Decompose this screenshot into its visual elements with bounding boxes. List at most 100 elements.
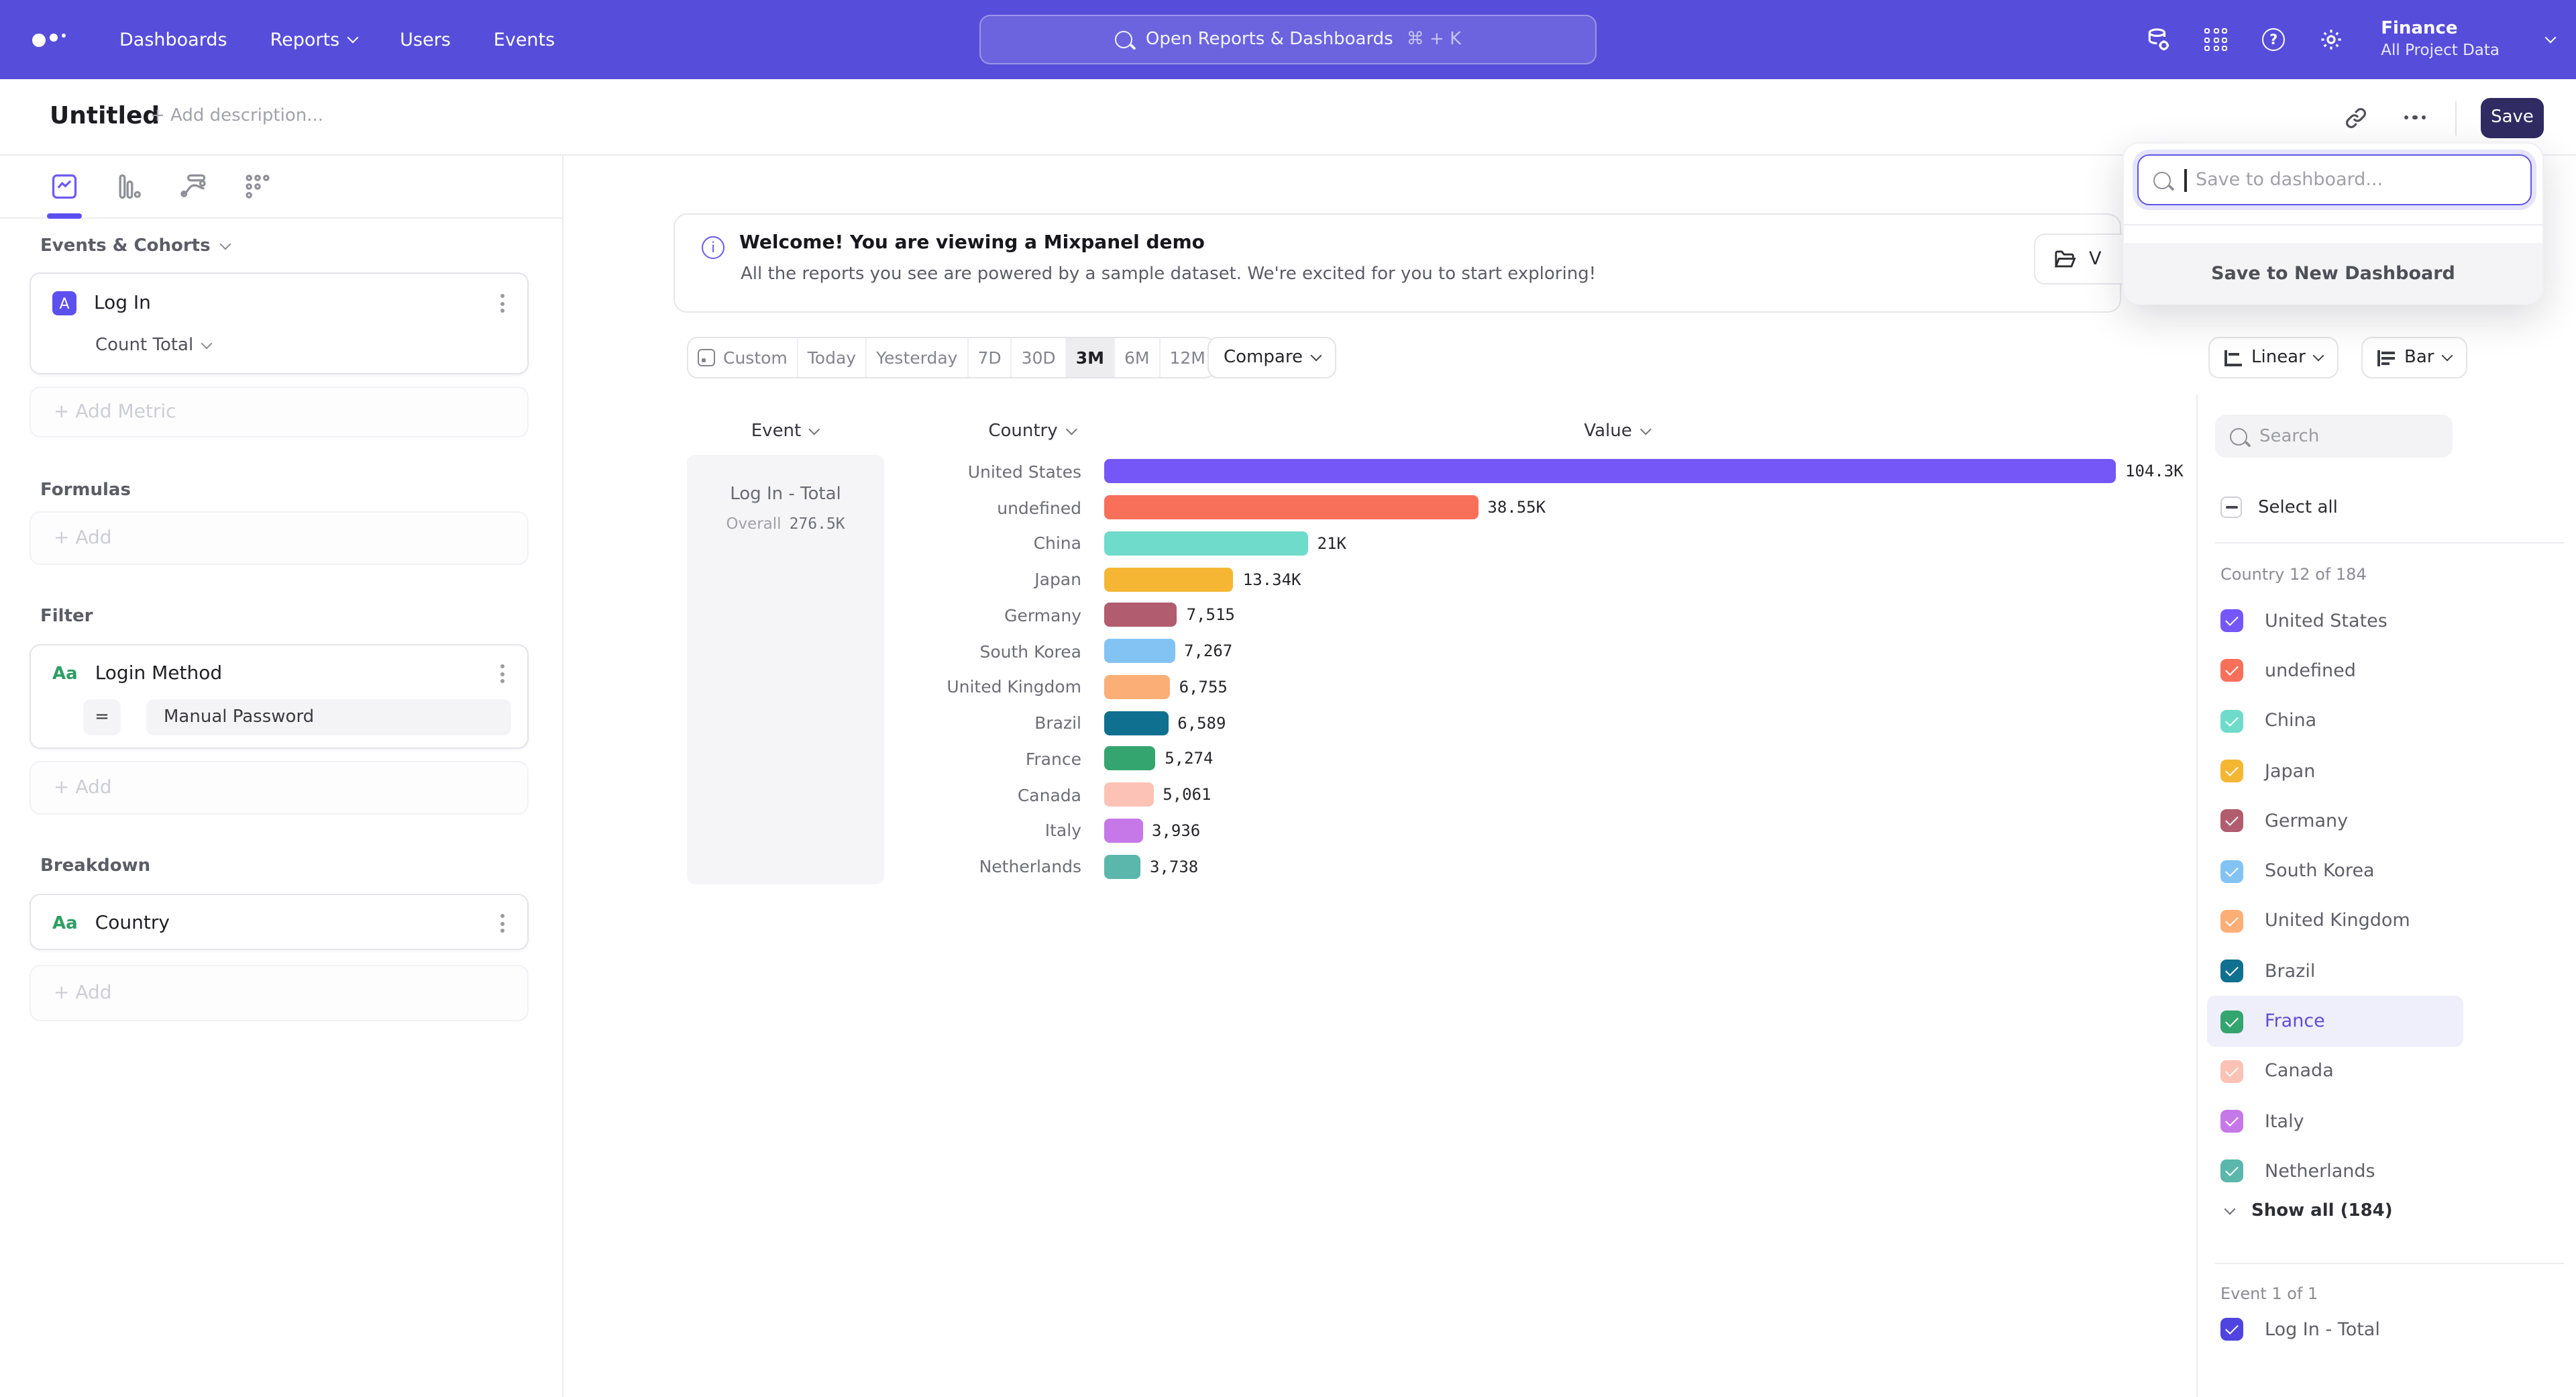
range-6m[interactable]: 6M <box>1114 338 1159 377</box>
country-filter-row-canada[interactable]: Canada <box>2207 1046 2463 1096</box>
show-all-button[interactable]: Show all (184) <box>2226 1201 2393 1221</box>
checkbox-checked[interactable] <box>2220 760 2243 782</box>
breakdown-card[interactable]: Aa Country <box>30 894 529 950</box>
more-options-button[interactable] <box>2399 101 2431 134</box>
dashboard-search-input[interactable]: Save to dashboard... <box>2137 154 2532 205</box>
copy-link-icon[interactable] <box>2340 101 2372 134</box>
country-filter-row-china[interactable]: China <box>2207 696 2463 746</box>
checkbox-checked[interactable] <box>2220 1010 2243 1033</box>
range-7d[interactable]: 7D <box>967 338 1010 377</box>
metric-name[interactable]: Log In <box>94 293 151 314</box>
bar[interactable] <box>1104 819 1142 843</box>
select-all-row[interactable]: Select all <box>2220 497 2338 518</box>
bar[interactable] <box>1104 854 1140 878</box>
range-30d[interactable]: 30D <box>1011 338 1065 377</box>
range-3m[interactable]: 3M <box>1065 338 1114 377</box>
nav-item-label: Reports <box>270 29 340 50</box>
add-formula-button[interactable]: + Add <box>30 511 529 565</box>
country-filter-row-undefined[interactable]: undefined <box>2207 646 2463 696</box>
tab-retention[interactable] <box>241 166 274 207</box>
event-series-cell[interactable]: Log In - Total Overall 276.5K <box>687 455 884 884</box>
nav-item-users[interactable]: Users <box>400 29 451 50</box>
bar[interactable] <box>1104 639 1175 663</box>
country-filter-row-japan[interactable]: Japan <box>2207 746 2463 796</box>
checkbox-checked[interactable] <box>2220 960 2243 982</box>
checkbox-checked[interactable] <box>2220 609 2243 632</box>
range-custom[interactable]: Custom <box>688 338 797 377</box>
events-cohorts-header[interactable]: Events & Cohorts <box>40 236 229 256</box>
settings-gear-icon[interactable] <box>2318 26 2345 53</box>
checkbox-checked[interactable] <box>2220 910 2243 933</box>
select-all-checkbox[interactable] <box>2220 497 2242 518</box>
chart-row-brazil: Brazil6,589 <box>884 705 2196 741</box>
filter-operator[interactable]: = <box>83 699 121 735</box>
metric-more-icon[interactable] <box>496 290 508 317</box>
save-to-new-dashboard-button[interactable]: Save to New Dashboard <box>2124 243 2542 305</box>
help-icon[interactable]: ? <box>2260 26 2287 53</box>
tab-funnels[interactable] <box>113 166 145 207</box>
global-search[interactable]: Open Reports & Dashboards ⌘ + K <box>979 15 1597 64</box>
column-header-country[interactable]: Country <box>988 421 1075 442</box>
breakdown-more-icon[interactable] <box>496 910 508 937</box>
bar[interactable] <box>1104 495 1478 519</box>
event-filter-checkbox[interactable] <box>2220 1318 2243 1341</box>
chart-row-united-states: United States104.3K <box>884 454 2196 490</box>
add-metric-button[interactable]: + Add Metric <box>30 386 529 437</box>
compare-button[interactable]: Compare <box>1208 337 1336 378</box>
nav-item-events[interactable]: Events <box>494 29 555 50</box>
breakdown-property-name[interactable]: Country <box>95 913 170 934</box>
country-filter-row-united-kingdom[interactable]: United Kingdom <box>2207 896 2463 947</box>
add-breakdown-button[interactable]: + Add <box>30 965 529 1021</box>
checkbox-checked[interactable] <box>2220 660 2243 682</box>
report-description-placeholder[interactable]: + Add description... <box>150 106 323 126</box>
event-filter-row[interactable]: Log In - Total <box>2220 1318 2380 1341</box>
checkbox-checked[interactable] <box>2220 1110 2243 1133</box>
column-header-value[interactable]: Value <box>1584 421 1649 442</box>
chart-row-germany: Germany7,515 <box>884 597 2196 633</box>
filter-more-icon[interactable] <box>496 660 508 687</box>
data-management-icon[interactable] <box>2145 26 2171 53</box>
nav-item-dashboards[interactable]: Dashboards <box>119 29 227 50</box>
bar[interactable] <box>1104 782 1153 807</box>
bar[interactable] <box>1104 460 2116 484</box>
country-filter-row-germany[interactable]: Germany <box>2207 796 2463 846</box>
filter-property-name[interactable]: Login Method <box>95 663 222 684</box>
country-filter-row-united-states[interactable]: United States <box>2207 596 2463 646</box>
country-filter-row-italy[interactable]: Italy <box>2207 1096 2463 1147</box>
filter-value[interactable]: Manual Password <box>146 699 511 735</box>
tab-flows[interactable] <box>177 166 209 207</box>
range-yesterday[interactable]: Yesterday <box>865 338 967 377</box>
checkbox-checked[interactable] <box>2220 709 2243 732</box>
mixpanel-logo-icon[interactable] <box>32 33 66 46</box>
chart-type-dropdown[interactable]: Bar <box>2361 337 2467 378</box>
bar[interactable] <box>1104 567 1234 591</box>
range-12m[interactable]: 12M <box>1159 338 1214 377</box>
metric-card[interactable]: A Log In Count Total <box>30 272 529 374</box>
checkbox-checked[interactable] <box>2220 1160 2243 1183</box>
checkbox-checked[interactable] <box>2220 1060 2243 1083</box>
project-switcher[interactable]: Finance All Project Data <box>2381 19 2500 60</box>
metric-aggregation-dropdown[interactable]: Count Total <box>95 335 211 356</box>
checkbox-checked[interactable] <box>2220 860 2243 882</box>
filter-card[interactable]: Aa Login Method = Manual Password <box>30 644 529 749</box>
country-filter-row-netherlands[interactable]: Netherlands <box>2207 1147 2463 1197</box>
report-title[interactable]: Untitled <box>50 102 160 130</box>
country-filter-row-south-korea[interactable]: South Korea <box>2207 846 2463 896</box>
tab-insights[interactable] <box>48 166 80 207</box>
apps-grid-icon[interactable] <box>2202 26 2229 53</box>
bar[interactable] <box>1104 675 1170 699</box>
bar[interactable] <box>1104 603 1177 627</box>
scale-dropdown[interactable]: Linear <box>2208 337 2339 378</box>
nav-item-reports[interactable]: Reports <box>270 29 358 50</box>
range-today[interactable]: Today <box>797 338 865 377</box>
save-button[interactable]: Save <box>2481 97 2544 138</box>
column-header-event[interactable]: Event <box>751 421 819 442</box>
bar[interactable] <box>1104 747 1155 771</box>
country-filter-row-brazil[interactable]: Brazil <box>2207 946 2463 996</box>
panel-search-input[interactable]: Search <box>2215 415 2453 458</box>
bar[interactable] <box>1104 711 1168 735</box>
checkbox-checked[interactable] <box>2220 810 2243 833</box>
country-filter-row-france[interactable]: France <box>2207 996 2463 1047</box>
bar[interactable] <box>1104 531 1308 556</box>
add-filter-button[interactable]: + Add <box>30 761 529 815</box>
